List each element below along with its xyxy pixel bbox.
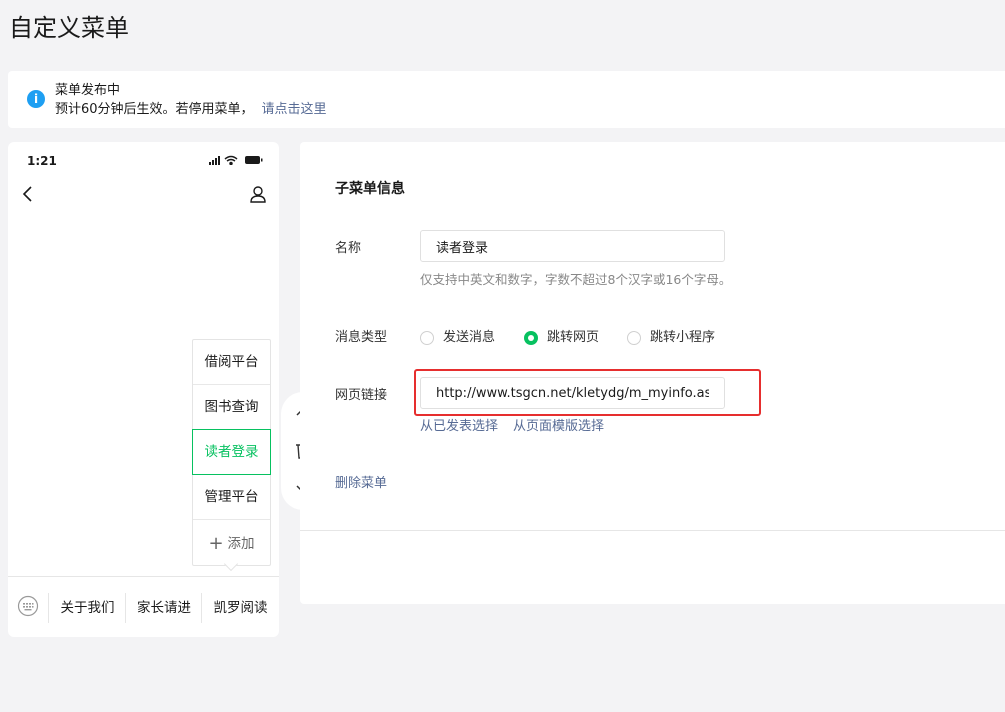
notice-text: 预计60分钟后生效。若停用菜单， 请点击这里 — [55, 101, 327, 119]
submenu-info-panel: 子菜单信息 名称 仅支持中英文和数字，字数不超过8个汉字或16个字母。 消息类型… — [300, 142, 1005, 604]
battery-icon — [245, 156, 263, 164]
panel-title: 子菜单信息 — [335, 181, 405, 197]
divider — [300, 530, 1005, 531]
url-input[interactable] — [420, 377, 725, 409]
menubar-item[interactable]: 凯罗阅读 — [201, 593, 279, 623]
radio-dot-checked — [524, 331, 538, 345]
plus-icon: + — [208, 533, 224, 554]
notice-title: 菜单发布中 — [55, 83, 121, 98]
menubar-item[interactable]: 关于我们 — [48, 593, 126, 623]
keyboard-icon[interactable] — [17, 595, 39, 617]
url-label: 网页链接 — [335, 388, 388, 403]
select-template-link[interactable]: 从页面模版选择 — [513, 418, 604, 436]
submenu-item[interactable]: 管理平台 — [193, 475, 270, 520]
submenu-item[interactable]: 图书查询 — [193, 385, 270, 430]
submenu-item[interactable]: 借阅平台 — [193, 340, 270, 385]
page-title: 自定义菜单 — [9, 14, 129, 42]
radio-dot — [420, 331, 434, 345]
user-icon[interactable] — [248, 184, 268, 204]
add-label: 添加 — [227, 536, 255, 552]
notice-message: 预计60分钟后生效。若停用菜单， — [55, 102, 254, 117]
select-published-link[interactable]: 从已发表选择 — [420, 418, 498, 436]
status-time: 1:21 — [27, 154, 57, 168]
name-label: 名称 — [335, 241, 362, 256]
radio-label: 跳转小程序 — [650, 330, 716, 345]
status-icons — [209, 155, 263, 165]
menubar-item[interactable]: 家长请进 — [125, 593, 202, 623]
radio-label: 发送消息 — [443, 330, 496, 345]
name-input[interactable] — [420, 230, 725, 262]
info-icon: i — [27, 90, 45, 108]
radio-label: 跳转网页 — [547, 330, 600, 345]
back-icon[interactable] — [18, 184, 38, 204]
wifi-icon — [224, 155, 238, 165]
phone-preview: 1:21 借阅平台 图书查询 读者登录 管理平台 + 添加 关于我们 家长请进 … — [8, 142, 279, 637]
type-label: 消息类型 — [335, 330, 388, 345]
publish-notice: i 菜单发布中 预计60分钟后生效。若停用菜单， 请点击这里 — [8, 71, 1005, 128]
name-hint: 仅支持中英文和数字，字数不超过8个汉字或16个字母。 — [420, 272, 732, 287]
bottom-menubar: 关于我们 家长请进 凯罗阅读 — [8, 576, 279, 637]
submenu-list: 借阅平台 图书查询 读者登录 管理平台 + 添加 — [192, 339, 271, 566]
signal-icon — [209, 156, 220, 165]
submenu-item-active[interactable]: 读者登录 — [192, 429, 271, 475]
delete-menu-link[interactable]: 删除菜单 — [335, 475, 387, 493]
radio-dot — [627, 331, 641, 345]
disable-menu-link[interactable]: 请点击这里 — [262, 102, 327, 117]
